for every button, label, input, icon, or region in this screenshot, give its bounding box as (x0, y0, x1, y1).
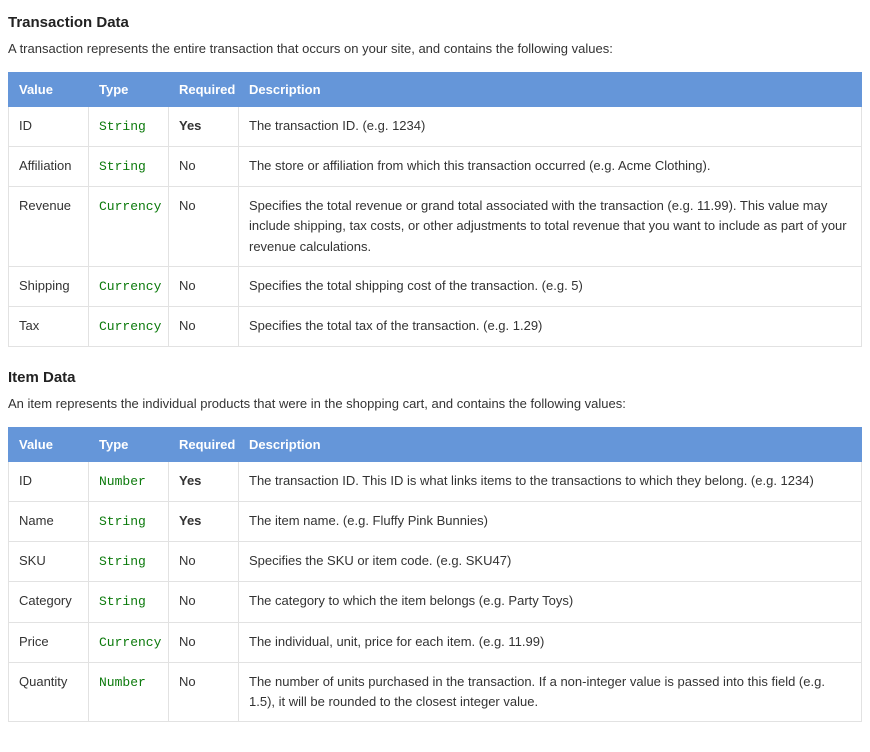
cell-type: Currency (89, 622, 169, 662)
cell-description: The store or affiliation from which this… (239, 147, 862, 187)
table-row: Affiliation String No The store or affil… (9, 147, 862, 187)
table-header-row: Value Type Required Description (9, 73, 862, 107)
cell-type: Number (89, 662, 169, 721)
cell-required: Yes (169, 502, 239, 542)
col-header-required: Required (169, 427, 239, 461)
cell-value: Shipping (9, 266, 89, 306)
cell-value: Name (9, 502, 89, 542)
cell-value: Affiliation (9, 147, 89, 187)
cell-description: Specifies the SKU or item code. (e.g. SK… (239, 542, 862, 582)
cell-description: The transaction ID. This ID is what link… (239, 461, 862, 501)
cell-type: String (89, 107, 169, 147)
col-header-type: Type (89, 73, 169, 107)
item-data-table: Value Type Required Description ID Numbe… (8, 427, 862, 722)
cell-type: String (89, 147, 169, 187)
section-heading: Item Data (8, 369, 862, 386)
table-row: Quantity Number No The number of units p… (9, 662, 862, 721)
col-header-required: Required (169, 73, 239, 107)
col-header-description: Description (239, 73, 862, 107)
cell-value: Tax (9, 306, 89, 346)
table-row: SKU String No Specifies the SKU or item … (9, 542, 862, 582)
col-header-description: Description (239, 427, 862, 461)
cell-value: ID (9, 107, 89, 147)
table-row: Category String No The category to which… (9, 582, 862, 622)
cell-description: Specifies the total revenue or grand tot… (239, 187, 862, 266)
cell-description: The item name. (e.g. Fluffy Pink Bunnies… (239, 502, 862, 542)
cell-value: Category (9, 582, 89, 622)
table-row: Shipping Currency No Specifies the total… (9, 266, 862, 306)
cell-type: Currency (89, 306, 169, 346)
cell-description: Specifies the total tax of the transacti… (239, 306, 862, 346)
cell-type: Number (89, 461, 169, 501)
table-header-row: Value Type Required Description (9, 427, 862, 461)
cell-type: String (89, 542, 169, 582)
cell-required: Yes (169, 461, 239, 501)
cell-required: No (169, 306, 239, 346)
cell-description: The transaction ID. (e.g. 1234) (239, 107, 862, 147)
cell-description: Specifies the total shipping cost of the… (239, 266, 862, 306)
table-row: Revenue Currency No Specifies the total … (9, 187, 862, 266)
col-header-type: Type (89, 427, 169, 461)
cell-required: No (169, 582, 239, 622)
cell-required: No (169, 147, 239, 187)
col-header-value: Value (9, 427, 89, 461)
cell-type: Currency (89, 187, 169, 266)
cell-value: SKU (9, 542, 89, 582)
table-row: Tax Currency No Specifies the total tax … (9, 306, 862, 346)
cell-value: Price (9, 622, 89, 662)
cell-value: ID (9, 461, 89, 501)
section-heading: Transaction Data (8, 14, 862, 31)
cell-value: Quantity (9, 662, 89, 721)
transaction-data-table: Value Type Required Description ID Strin… (8, 72, 862, 347)
section-intro: An item represents the individual produc… (8, 396, 862, 411)
cell-required: No (169, 662, 239, 721)
cell-required: No (169, 622, 239, 662)
section-intro: A transaction represents the entire tran… (8, 41, 862, 56)
table-row: Name String Yes The item name. (e.g. Flu… (9, 502, 862, 542)
table-row: ID Number Yes The transaction ID. This I… (9, 461, 862, 501)
cell-type: String (89, 502, 169, 542)
table-row: Price Currency No The individual, unit, … (9, 622, 862, 662)
cell-type: Currency (89, 266, 169, 306)
col-header-value: Value (9, 73, 89, 107)
cell-description: The number of units purchased in the tra… (239, 662, 862, 721)
cell-value: Revenue (9, 187, 89, 266)
cell-description: The category to which the item belongs (… (239, 582, 862, 622)
cell-required: No (169, 542, 239, 582)
cell-description: The individual, unit, price for each ite… (239, 622, 862, 662)
cell-type: String (89, 582, 169, 622)
cell-required: No (169, 187, 239, 266)
cell-required: No (169, 266, 239, 306)
table-row: ID String Yes The transaction ID. (e.g. … (9, 107, 862, 147)
cell-required: Yes (169, 107, 239, 147)
